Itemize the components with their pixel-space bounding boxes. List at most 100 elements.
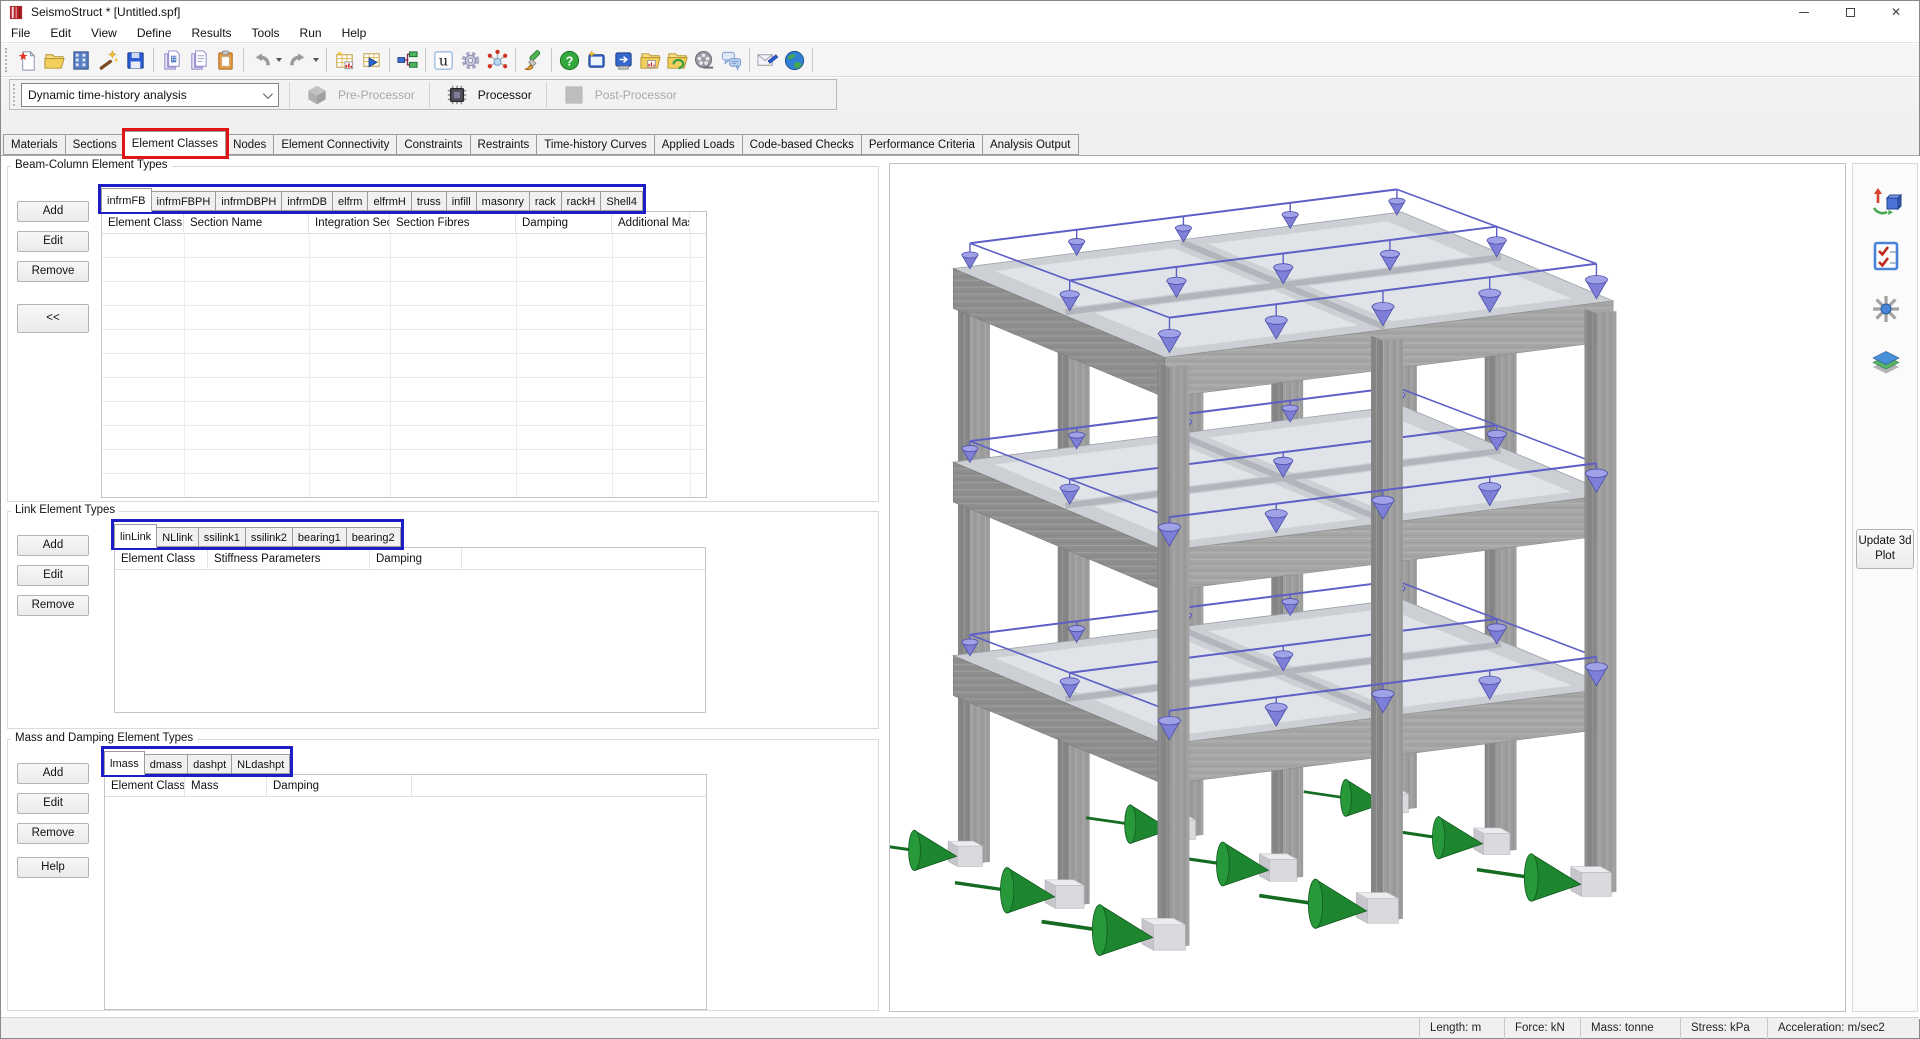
web-icon[interactable] <box>781 47 808 74</box>
subtab-elfrm[interactable]: elfrm <box>333 191 368 211</box>
tab-applied-loads[interactable]: Applied Loads <box>655 134 743 155</box>
column-header[interactable]: Stiffness Parameters <box>208 548 370 570</box>
undo-dropdown-icon[interactable] <box>276 58 282 62</box>
paintbrush-icon[interactable] <box>520 47 547 74</box>
open-file-icon[interactable] <box>41 47 68 74</box>
subtab-elfrmH[interactable]: elfrmH <box>368 191 411 211</box>
settings-gear-icon[interactable] <box>457 47 484 74</box>
column-header[interactable]: Additional Mass <box>612 212 690 234</box>
save-icon[interactable] <box>122 47 149 74</box>
menu-file[interactable]: File <box>1 23 40 43</box>
tab-constraints[interactable]: Constraints <box>397 134 470 155</box>
subtab-masonry[interactable]: masonry <box>477 191 530 211</box>
mass-damping-remove-button[interactable]: Remove <box>17 823 89 844</box>
menu-edit[interactable]: Edit <box>40 23 81 43</box>
subtab-ssilink2[interactable]: ssilink2 <box>246 527 293 547</box>
close-button[interactable]: ✕ <box>1873 1 1919 23</box>
tab-materials[interactable]: Materials <box>3 134 66 155</box>
folder-refresh-icon[interactable] <box>664 47 691 74</box>
tab-restraints[interactable]: Restraints <box>471 134 538 155</box>
maximize-button[interactable] <box>1827 1 1873 23</box>
paste-icon[interactable] <box>212 47 239 74</box>
processor-button[interactable]: Processor <box>430 80 546 109</box>
tab-nodes[interactable]: Nodes <box>226 134 274 155</box>
folder-document-icon[interactable] <box>637 47 664 74</box>
column-header[interactable]: Section Name <box>184 212 309 234</box>
subtab-lmass[interactable]: lmass <box>104 751 145 775</box>
subtab-infill[interactable]: infill <box>447 191 477 211</box>
units-icon[interactable]: u <box>430 47 457 74</box>
column-header[interactable]: Element Class <box>115 548 208 570</box>
subtab-infrmDBPH[interactable]: infrmDBPH <box>216 191 282 211</box>
link-remove-button[interactable]: Remove <box>17 595 89 616</box>
connectivity-icon[interactable] <box>394 47 421 74</box>
table-wizard-icon[interactable] <box>331 47 358 74</box>
subtab-dashpt[interactable]: dashpt <box>188 754 232 774</box>
layers-button[interactable] <box>1869 344 1903 378</box>
subtab-NLdashpt[interactable]: NLdashpt <box>232 754 290 774</box>
beam-column-table[interactable]: Element Class Section Name Integration S… <box>101 211 707 498</box>
subtab-infrmFBPH[interactable]: infrmFBPH <box>152 191 217 211</box>
subtab-bearing2[interactable]: bearing2 <box>347 527 401 547</box>
mass-damping-help-button[interactable]: Help <box>17 857 89 878</box>
feedback-icon[interactable] <box>718 47 745 74</box>
link-add-button[interactable]: Add <box>17 535 89 556</box>
mass-damping-add-button[interactable]: Add <box>17 763 89 784</box>
menu-tools[interactable]: Tools <box>242 23 290 43</box>
movies-icon[interactable] <box>691 47 718 74</box>
subtab-rack[interactable]: rack <box>530 191 562 211</box>
subtab-bearing1[interactable]: bearing1 <box>293 527 347 547</box>
menu-run[interactable]: Run <box>290 23 332 43</box>
menu-help[interactable]: Help <box>332 23 377 43</box>
subtab-dmass[interactable]: dmass <box>145 754 188 774</box>
column-header[interactable]: Damping <box>267 775 412 797</box>
link-table[interactable]: Element Class Stiffness Parameters Dampi… <box>114 547 706 713</box>
help-icon[interactable]: ? <box>556 47 583 74</box>
column-header[interactable]: Element Class <box>102 212 184 234</box>
post-processor-button[interactable]: Post-Processor <box>547 80 691 109</box>
column-header[interactable]: Section Fibres <box>390 212 516 234</box>
tab-time-history-curves[interactable]: Time-history Curves <box>537 134 654 155</box>
menu-define[interactable]: Define <box>127 23 182 43</box>
minimize-button[interactable] <box>1781 1 1827 23</box>
copy-page-icon[interactable] <box>185 47 212 74</box>
lattice-icon[interactable] <box>484 47 511 74</box>
subtab-infrmDB[interactable]: infrmDB <box>282 191 333 211</box>
subtab-linLink[interactable]: linLink <box>114 524 157 548</box>
email-icon[interactable] <box>754 47 781 74</box>
column-header[interactable]: Element Class <box>105 775 185 797</box>
redo-icon[interactable] <box>285 47 312 74</box>
menu-view[interactable]: View <box>81 23 127 43</box>
undo-icon[interactable] <box>248 47 275 74</box>
tab-analysis-output[interactable]: Analysis Output <box>983 134 1079 155</box>
3d-plot-viewport[interactable] <box>889 163 1846 1012</box>
subtab-truss[interactable]: truss <box>412 191 447 211</box>
mass-damping-edit-button[interactable]: Edit <box>17 793 89 814</box>
tab-code-based-checks[interactable]: Code-based Checks <box>743 134 862 155</box>
beam-column-collapse-button[interactable]: << <box>17 304 89 333</box>
help-book-icon[interactable] <box>610 47 637 74</box>
link-edit-button[interactable]: Edit <box>17 565 89 586</box>
help-book-new-icon[interactable] <box>583 47 610 74</box>
tab-element-connectivity[interactable]: Element Connectivity <box>274 134 397 155</box>
mass-damping-table[interactable]: Element Class Mass Damping <box>104 774 707 1010</box>
axes-3d-button[interactable] <box>1869 292 1903 326</box>
tab-sections[interactable]: Sections <box>66 134 125 155</box>
table-run-icon[interactable] <box>358 47 385 74</box>
tab-element-classes[interactable]: Element Classes <box>125 131 226 156</box>
pre-processor-button[interactable]: Pre-Processor <box>290 80 429 109</box>
column-header[interactable]: Damping <box>370 548 462 570</box>
checklist-button[interactable] <box>1869 239 1903 273</box>
column-header[interactable]: Mass <box>185 775 267 797</box>
subtab-NLlink[interactable]: NLlink <box>157 527 199 547</box>
subtab-ssilink1[interactable]: ssilink1 <box>199 527 246 547</box>
building-model-icon[interactable] <box>68 47 95 74</box>
beam-column-add-button[interactable]: Add <box>17 201 89 222</box>
subtab-infrmFB[interactable]: infrmFB <box>101 188 152 212</box>
view-orientation-button[interactable] <box>1869 186 1903 220</box>
column-header[interactable]: Damping <box>516 212 612 234</box>
column-header[interactable]: Integration Sec... <box>309 212 390 234</box>
wizard-icon[interactable] <box>95 47 122 74</box>
redo-dropdown-icon[interactable] <box>313 58 319 62</box>
analysis-type-dropdown[interactable]: Dynamic time-history analysis <box>21 83 279 107</box>
